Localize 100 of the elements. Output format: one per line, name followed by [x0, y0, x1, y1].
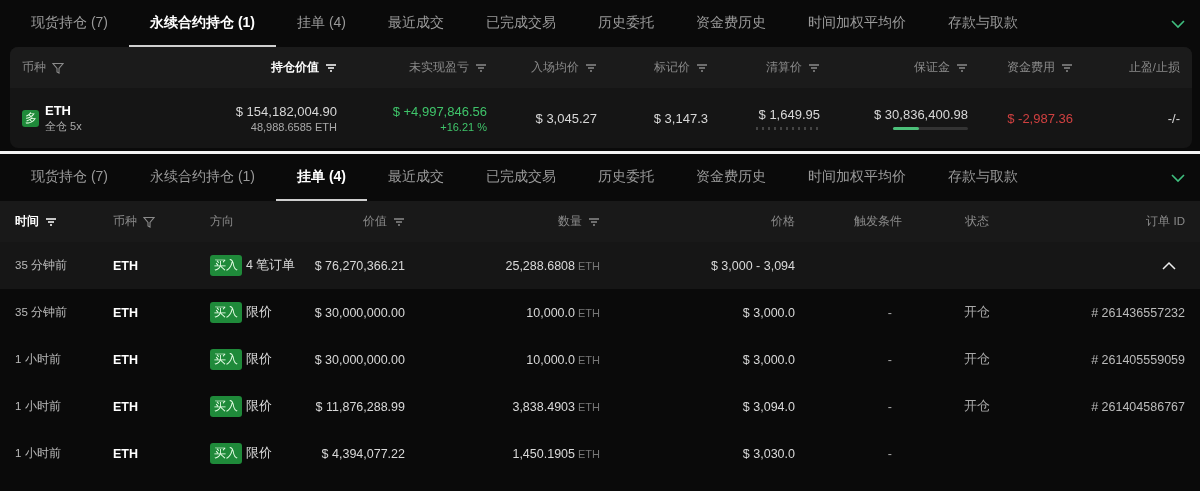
table-cell-text: 开仓	[963, 304, 991, 321]
table-cell-text: ETH	[113, 258, 139, 273]
table-cell-text: -	[886, 399, 893, 414]
filter-icon[interactable]	[52, 61, 64, 74]
table-cell-text: 35 分钟前	[15, 305, 68, 320]
table-cell-text: $ 3,045.27	[534, 110, 597, 126]
column-header[interactable]: 保证金	[914, 60, 950, 75]
tab[interactable]: 资金费历史	[675, 154, 787, 201]
table-cell-text: $ 4,394,077.22	[320, 446, 405, 461]
table-cell-text: $ 3,000.0	[741, 305, 795, 320]
funding-fee: $ -2,987.36	[1006, 110, 1073, 126]
table-cell-text: -	[886, 446, 893, 461]
tab[interactable]: 存款与取款	[927, 0, 1039, 47]
tab[interactable]: 已完成交易	[465, 154, 577, 201]
table-cell-text: -/-	[1166, 110, 1180, 126]
buy-badge: 买入	[210, 396, 242, 417]
unit-label: ETH	[578, 306, 600, 319]
table-cell-text: 1 小时前	[15, 446, 62, 461]
table-cell: 10,000.0	[526, 305, 575, 320]
buy-badge: 买入	[210, 255, 242, 276]
buy-badge: 买入	[210, 349, 242, 370]
unit-label: ETH	[578, 353, 600, 366]
tab[interactable]: 最近成交	[367, 0, 465, 47]
column-header[interactable]: 币种	[113, 214, 137, 229]
column-header[interactable]: 触发条件	[854, 214, 902, 229]
table-cell-text: ETH	[113, 399, 139, 414]
position-value: $ 154,182,004.90	[235, 103, 337, 119]
table-cell-text: ETH	[113, 305, 139, 320]
margin-value: $ 30,836,400.98	[874, 106, 968, 122]
coin-name: ETH	[45, 102, 72, 118]
tab[interactable]: 历史委托	[577, 0, 675, 47]
table-cell: 4 笔订单	[246, 257, 296, 274]
table-cell: 限价	[246, 445, 272, 462]
tab[interactable]: 时间加权平均价	[787, 154, 927, 201]
table-cell: 1,450.1905	[512, 446, 575, 461]
column-header[interactable]: 清算价	[766, 60, 802, 75]
column-header[interactable]: 状态	[965, 214, 989, 229]
table-cell-text: $ 76,270,366.21	[313, 258, 405, 273]
buy-badge: 买入	[210, 443, 242, 464]
table-cell: 限价	[246, 398, 272, 415]
chevron-down-icon[interactable]	[1170, 19, 1186, 29]
caret-up-icon[interactable]	[1161, 260, 1177, 271]
table-cell-text: 1 小时前	[15, 352, 62, 367]
liquidation-price: $ 1,649.95	[758, 106, 820, 122]
column-header[interactable]: 入场均价	[531, 60, 579, 75]
table-cell-text: 开仓	[963, 398, 991, 415]
column-header[interactable]: 方向	[210, 214, 234, 229]
tab[interactable]: 资金费历史	[675, 0, 787, 47]
table-cell-text: 开仓	[963, 351, 991, 368]
column-header[interactable]: 标记价	[654, 60, 690, 75]
table-cell: 10,000.0	[526, 352, 575, 367]
column-header[interactable]: 价格	[771, 214, 795, 229]
column-header[interactable]: 价值	[363, 214, 387, 229]
table-cell-text: 1 小时前	[15, 399, 62, 414]
unit-label: ETH	[578, 259, 600, 272]
filter-icon[interactable]	[143, 215, 155, 228]
table-cell-text: -	[886, 305, 893, 320]
tab[interactable]: 永续合约持仓 (1)	[129, 154, 276, 201]
tab[interactable]: 现货持仓 (7)	[10, 0, 129, 47]
table-cell-text: $ 11,876,288.99	[314, 399, 405, 414]
table-cell-text: $ 30,000,000.00	[313, 352, 405, 367]
column-header[interactable]: 持仓价值	[271, 60, 319, 75]
tab[interactable]: 最近成交	[367, 154, 465, 201]
unrealized-pnl: $ +4,997,846.56	[392, 103, 487, 119]
margin-mode: 全仓 5x	[45, 118, 82, 134]
column-header[interactable]: 时间	[15, 214, 39, 229]
table-cell-text: $ 3,147.3	[652, 110, 708, 126]
column-header[interactable]: 订单 ID	[1146, 214, 1185, 229]
table-cell: 25,288.6808	[505, 258, 575, 273]
tab[interactable]: 存款与取款	[927, 154, 1039, 201]
column-header[interactable]: 资金费用	[1007, 60, 1055, 75]
column-header[interactable]: 数量	[558, 214, 582, 229]
table-cell-text: # 261405559059	[1090, 352, 1185, 367]
unit-label: ETH	[578, 400, 600, 413]
unit-label: ETH	[578, 447, 600, 460]
table-cell: 限价	[246, 351, 272, 368]
table-cell-text: $ 30,000,000.00	[313, 305, 405, 320]
table-cell: 3,838.4903	[512, 399, 575, 414]
column-header[interactable]: 止盈/止损	[1128, 60, 1180, 75]
tab[interactable]: 历史委托	[577, 154, 675, 201]
table-cell: 限价	[246, 304, 272, 321]
table-cell-text: $ 3,094.0	[741, 399, 795, 414]
table-cell-text: ETH	[113, 352, 139, 367]
tab[interactable]: 挂单 (4)	[276, 0, 367, 47]
chevron-down-icon[interactable]	[1170, 173, 1186, 183]
table-cell-text: ETH	[113, 446, 139, 461]
pnl-percent: +16.21 %	[440, 120, 487, 133]
tab[interactable]: 现货持仓 (7)	[10, 154, 129, 201]
dotted-underline	[754, 126, 820, 130]
column-header[interactable]: 币种	[22, 60, 46, 75]
tab[interactable]: 时间加权平均价	[787, 0, 927, 47]
long-badge: 多	[22, 109, 39, 127]
column-header[interactable]: 未实现盈亏	[409, 60, 469, 75]
table-cell-text: -	[886, 352, 893, 367]
tab[interactable]: 已完成交易	[465, 0, 577, 47]
table-cell-text: $ 3,000.0	[741, 352, 795, 367]
position-size: 48,988.6585 ETH	[250, 120, 337, 133]
table-cell-text: # 261436557232	[1090, 305, 1185, 320]
table-cell-text: 35 分钟前	[15, 258, 68, 273]
table-cell-text: # 261404586767	[1090, 399, 1185, 414]
